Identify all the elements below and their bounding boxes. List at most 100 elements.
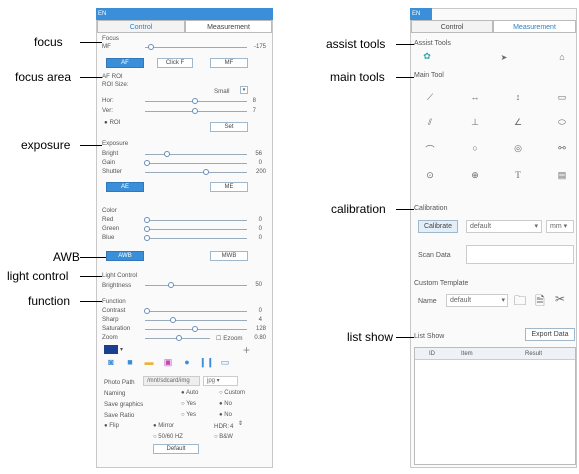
green-slider-track[interactable]	[145, 229, 247, 230]
horizontal-line-tool-icon[interactable]: ↔	[468, 92, 482, 102]
save-ratio-no-radio[interactable]: ● No	[219, 412, 232, 418]
folder-icon[interactable]: ▬	[142, 357, 156, 367]
sharp-slider-track[interactable]	[145, 320, 247, 321]
parallel-tool-icon[interactable]: ⫽	[423, 117, 437, 128]
roi-size-dropdown-icon[interactable]: ▾	[240, 86, 248, 94]
save-file-icon[interactable]: 🗎	[533, 292, 547, 313]
cursor-icon[interactable]: ➤	[497, 53, 511, 62]
tools-icon[interactable]: ✂	[553, 292, 567, 306]
brightness-slider-knob[interactable]	[168, 282, 174, 288]
hdr-value[interactable]: 4	[230, 423, 233, 430]
roi-size-select[interactable]: Small	[214, 88, 229, 95]
gain-slider-knob[interactable]	[144, 160, 150, 166]
eraser-icon[interactable]: ⌂	[555, 52, 569, 62]
rectangle-tool-icon[interactable]: ▭	[555, 92, 569, 103]
scan-data-input[interactable]	[466, 245, 574, 264]
col-result-header[interactable]: Result	[525, 351, 542, 357]
bright-slider-knob[interactable]	[164, 151, 170, 157]
blue-slider-track[interactable]	[145, 238, 247, 239]
save-graphics-no-radio[interactable]: ● No	[219, 401, 232, 407]
flip-radio[interactable]: ● Flip	[104, 423, 119, 429]
template-name-select[interactable]: default ▾	[446, 294, 508, 307]
ezoom-checkbox[interactable]: ☐ Ezoom	[216, 335, 243, 342]
calibration-select[interactable]: default ▾	[466, 220, 542, 233]
roi-radio[interactable]: ● ROI	[104, 119, 120, 126]
circle-center-tool-icon[interactable]: ⊕	[468, 170, 482, 181]
two-circle-tool-icon[interactable]: ⚯	[555, 143, 569, 154]
tab-measurement[interactable]: Measurement	[185, 20, 272, 33]
awb-button[interactable]: AWB	[106, 251, 144, 261]
ver-slider-knob[interactable]	[192, 108, 198, 114]
green-slider-knob[interactable]	[144, 226, 150, 232]
click-focus-button[interactable]: Click F	[157, 58, 193, 68]
default-button[interactable]: Default	[153, 444, 199, 454]
contrast-slider-knob[interactable]	[144, 308, 150, 314]
ae-button[interactable]: AE	[106, 182, 144, 192]
me-button[interactable]: ME	[210, 182, 248, 192]
format-select[interactable]: jpg ▾	[203, 376, 238, 386]
hz-radio[interactable]: ○ 50/60 HZ	[153, 434, 183, 440]
naming-custom-radio[interactable]: ○ Custom	[219, 390, 245, 396]
col-id-header[interactable]: ID	[429, 351, 435, 357]
color-swatch[interactable]	[104, 345, 118, 354]
mf-button[interactable]: MF	[210, 58, 248, 68]
save-graphics-yes-label: Yes	[186, 401, 196, 407]
line-tool-icon[interactable]: ⟋	[423, 92, 437, 103]
tab-control-right[interactable]: Control	[411, 20, 493, 33]
save-graphics-no-label: No	[224, 401, 232, 407]
sharp-slider-knob[interactable]	[170, 317, 176, 323]
save-ratio-yes-radio[interactable]: ○ Yes	[181, 412, 196, 418]
af-button[interactable]: AF	[106, 58, 144, 68]
shutter-slider-knob[interactable]	[203, 169, 209, 175]
hor-slider-knob[interactable]	[192, 98, 198, 104]
gallery-icon[interactable]: ▣	[161, 357, 175, 368]
blue-slider-knob[interactable]	[144, 235, 150, 241]
circle-tool-icon[interactable]: ○	[468, 143, 482, 153]
tab-measurement-right[interactable]: Measurement	[493, 20, 576, 33]
ruler-tool-icon[interactable]: ▤	[555, 170, 569, 181]
vertical-line-tool-icon[interactable]: ↕	[511, 92, 525, 102]
concentric-circle-tool-icon[interactable]: ◎	[511, 143, 525, 154]
palette-icon[interactable]: ✿	[420, 51, 434, 62]
mwb-button[interactable]: MWB	[210, 251, 248, 261]
saturation-slider-knob[interactable]	[192, 326, 198, 332]
text-tool-icon[interactable]: T	[511, 170, 525, 180]
monitor-icon[interactable]: ▭	[218, 357, 232, 368]
video-icon[interactable]: ■	[123, 357, 137, 367]
col-item-header[interactable]: Item	[461, 351, 473, 357]
calibrate-button[interactable]: Calibrate	[418, 220, 458, 233]
assist-tools-title: Assist Tools	[414, 40, 451, 47]
clock-icon[interactable]: ●	[180, 357, 194, 367]
photo-path-input[interactable]: /mnt/sdcard/img	[143, 376, 200, 386]
angle-tool-icon[interactable]: ∠	[511, 117, 525, 128]
perpendicular-tool-icon[interactable]: ⊥	[468, 117, 482, 128]
mf-slider-knob[interactable]	[148, 44, 154, 50]
unit-select[interactable]: mm ▾	[546, 220, 574, 233]
shutter-slider-track[interactable]	[145, 172, 247, 173]
save-graphics-yes-radio[interactable]: ○ Yes	[181, 401, 196, 407]
gain-slider-track[interactable]	[145, 163, 247, 164]
open-folder-icon[interactable]: 🗀	[513, 292, 527, 314]
red-slider-track[interactable]	[145, 220, 247, 221]
bw-radio[interactable]: ○ B&W	[214, 434, 233, 440]
zoom-slider-knob[interactable]	[176, 335, 182, 341]
pause-icon[interactable]: ❙❙	[199, 357, 214, 368]
mf-slider-track[interactable]	[145, 47, 247, 48]
circle-point-tool-icon[interactable]: ⊙	[423, 170, 437, 181]
bright-slider-track[interactable]	[145, 154, 247, 155]
set-button[interactable]: Set	[210, 122, 248, 132]
red-slider-knob[interactable]	[144, 217, 150, 223]
naming-auto-radio[interactable]: ● Auto	[181, 390, 198, 396]
hdr-stepper-icon[interactable]: ⇕	[238, 421, 243, 428]
camera-icon[interactable]: ◙	[104, 357, 118, 367]
mirror-radio[interactable]: ● Mirror	[153, 423, 174, 429]
polygon-tool-icon[interactable]: ⬭	[555, 117, 569, 128]
results-table[interactable]: ID Item Result	[414, 347, 576, 465]
brightness-slider-track[interactable]	[145, 285, 247, 286]
tab-control[interactable]: Control	[97, 20, 185, 33]
arc-tool-icon[interactable]: ⌒	[423, 143, 437, 156]
export-data-button[interactable]: Export Data	[525, 328, 575, 341]
crosshair-icon[interactable]: +	[243, 344, 250, 356]
contrast-slider-track[interactable]	[145, 311, 247, 312]
swatch-dropdown-icon[interactable]: ▾	[120, 346, 123, 353]
